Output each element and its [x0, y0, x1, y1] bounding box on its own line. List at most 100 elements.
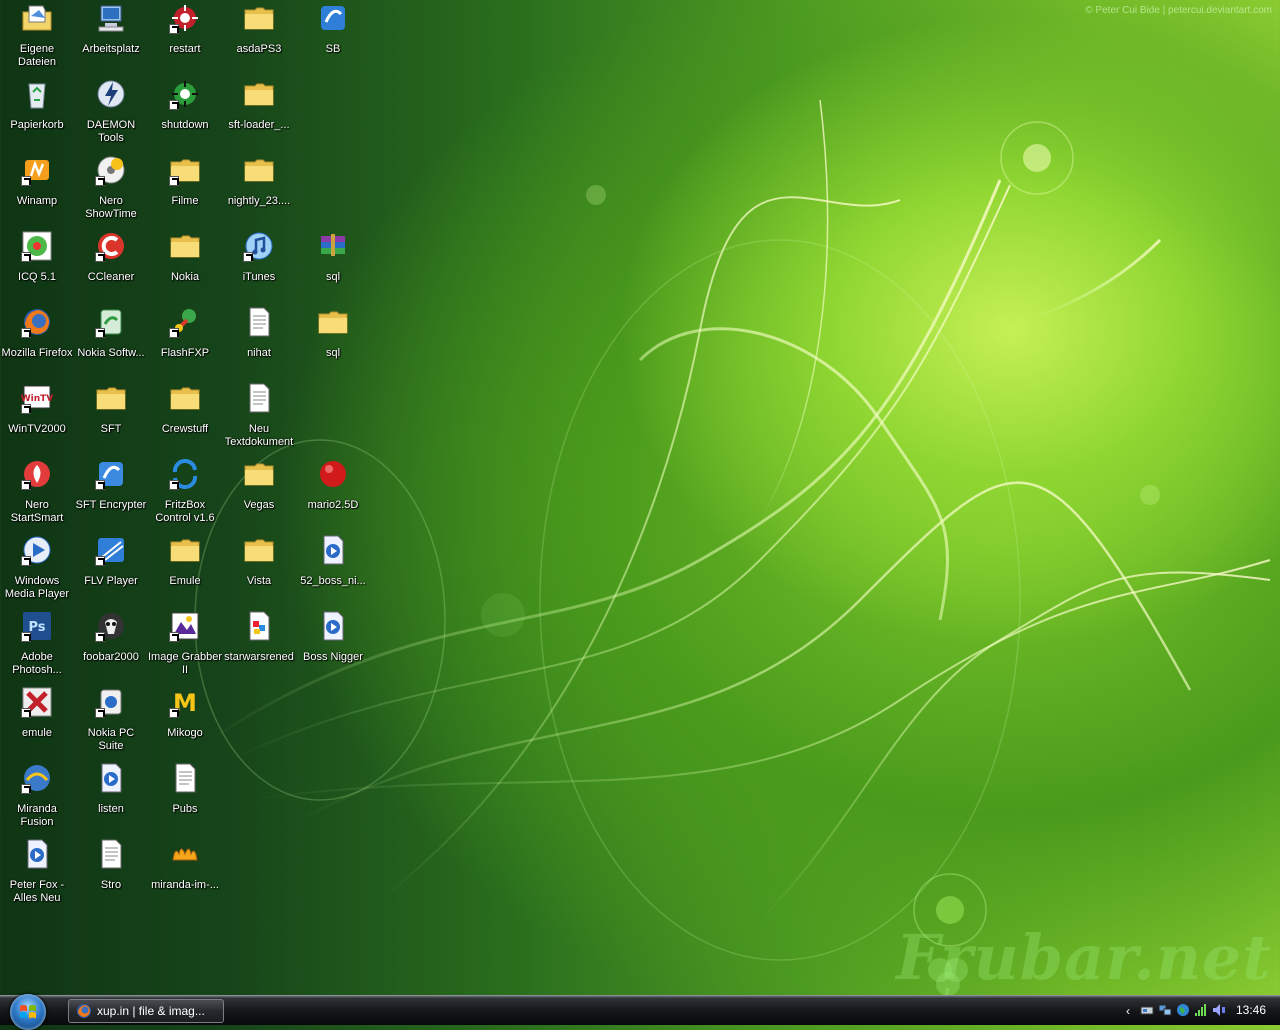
winamp-icon: [21, 154, 53, 186]
desktop-icon-label: Eigene Dateien: [18, 43, 56, 68]
desktop-icon-label: listen: [98, 803, 124, 815]
folder-icon: [169, 534, 201, 566]
desktop-icon-label: Nokia PC Suite: [87, 727, 135, 752]
start-button[interactable]: [10, 994, 46, 1030]
desktop-icon-wintv2000[interactable]: WinTV WinTV2000: [0, 380, 74, 454]
desktop-icon-sft-encrypter[interactable]: SFT Encrypter: [74, 456, 148, 530]
desktop-icon-vegas[interactable]: Vegas: [222, 456, 296, 530]
desktop-icon-label: FritzBox Control v1.6: [155, 499, 215, 524]
desktop-icon-label: CCleaner: [87, 271, 135, 283]
desktop-icon-flv-player[interactable]: FLV Player: [74, 532, 148, 606]
folder-icon: [243, 78, 275, 110]
desktop-icon-ccleaner[interactable]: CCleaner: [74, 228, 148, 302]
desktop-icon-emule[interactable]: Emule: [148, 532, 222, 606]
desktop-icon-crewstuff[interactable]: Crewstuff: [148, 380, 222, 454]
desktop-icon-label: Nero StartSmart: [10, 499, 64, 524]
shortcut-arrow-icon: [169, 24, 179, 34]
desktop-icon-windows-media-player[interactable]: Windows Media Player: [0, 532, 74, 606]
desktop-icon-nightly-23[interactable]: nightly_23....: [222, 152, 296, 226]
desktop-icon-flashfxp[interactable]: FlashFXP: [148, 304, 222, 378]
desktop-icon-listen[interactable]: listen: [74, 760, 148, 834]
desktop-icon-itunes[interactable]: iTunes: [222, 228, 296, 302]
desktop-icon-icq-5-1[interactable]: ICQ 5.1: [0, 228, 74, 302]
svg-text:Ps: Ps: [28, 620, 45, 635]
desktop-icon-boss-nigger[interactable]: Boss Nigger: [296, 608, 370, 682]
daemon-tools-icon: [95, 78, 127, 110]
volume-icon[interactable]: [1212, 1003, 1226, 1017]
wireless-signal-icon[interactable]: [1194, 1003, 1208, 1017]
desktop-icon-sb[interactable]: SB: [296, 0, 370, 74]
desktop-icon-fritzbox-control-v1-6[interactable]: FritzBox Control v1.6: [148, 456, 222, 530]
shortcut-arrow-icon: [95, 176, 105, 186]
my-documents-icon: [21, 2, 53, 34]
desktop-icon-nero-showtime[interactable]: Nero ShowTime: [74, 152, 148, 226]
desktop-icon-label: Peter Fox - Alles Neu: [9, 879, 65, 904]
desktop-icon-label: Crewstuff: [161, 423, 209, 435]
desktop-icon-nihat[interactable]: nihat: [222, 304, 296, 378]
media-file-icon: [21, 838, 53, 870]
desktop-icon-miranda-im[interactable]: miranda-im-...: [148, 836, 222, 910]
desktop-icon-sql[interactable]: sql: [296, 228, 370, 302]
desktop-icon-papierkorb[interactable]: Papierkorb: [0, 76, 74, 150]
text-document-icon: [243, 306, 275, 338]
desktop-icon-sql[interactable]: sql: [296, 304, 370, 378]
taskbar-button-firefox[interactable]: xup.in | file & imag...: [68, 999, 224, 1023]
desktop-icon-starwarsrened[interactable]: starwarsrened: [222, 608, 296, 682]
desktop-icon-adobe-photosh[interactable]: Ps Adobe Photosh...: [0, 608, 74, 682]
desktop-icon-label: Mikogo: [167, 727, 203, 739]
desktop-icon-sft-loader[interactable]: sft-loader_...: [222, 76, 296, 150]
desktop-icon-mario2-5d[interactable]: mario2.5D: [296, 456, 370, 530]
desktop-icon-pubs[interactable]: Pubs: [148, 760, 222, 834]
network-icon[interactable]: [1158, 1003, 1172, 1017]
desktop-icon-stro[interactable]: Stro: [74, 836, 148, 910]
desktop-icon-label: emule: [22, 727, 52, 739]
desktop-icon-arbeitsplatz[interactable]: Arbeitsplatz: [74, 0, 148, 74]
desktop-icon-peter-fox-alles-neu[interactable]: Peter Fox - Alles Neu: [0, 836, 74, 910]
desktop-icon-nokia-pc-suite[interactable]: Nokia PC Suite: [74, 684, 148, 758]
desktop-icon-label: Stro: [100, 879, 122, 891]
safely-remove-hardware-icon[interactable]: [1140, 1003, 1154, 1017]
desktop-icon-mikogo[interactable]: M Mikogo: [148, 684, 222, 758]
shortcut-arrow-icon: [21, 480, 31, 490]
desktop-icon-restart[interactable]: restart: [148, 0, 222, 74]
desktop-icon-winamp[interactable]: Winamp: [0, 152, 74, 226]
clock[interactable]: 13:46: [1236, 1003, 1266, 1017]
firefox-icon: [77, 1004, 91, 1018]
shortcut-arrow-icon: [21, 252, 31, 262]
desktop-icon-daemon-tools[interactable]: DAEMON Tools: [74, 76, 148, 150]
shortcut-arrow-icon: [95, 556, 105, 566]
desktop-icon-sft[interactable]: SFT: [74, 380, 148, 454]
mikogo-icon: M: [169, 686, 201, 718]
desktop-icon-label: Windows Media Player: [4, 575, 70, 600]
desktop-icon-emule[interactable]: emule: [0, 684, 74, 758]
desktop-icon-label: Mozilla Firefox: [1, 347, 73, 359]
shortcut-arrow-icon: [95, 708, 105, 718]
desktop-icon-nokia[interactable]: Nokia: [148, 228, 222, 302]
desktop-icon-nokia-softw[interactable]: Nokia Softw...: [74, 304, 148, 378]
desktop-icon-foobar2000[interactable]: foobar2000: [74, 608, 148, 682]
desktop-icon-vista[interactable]: Vista: [222, 532, 296, 606]
desktop-icon-52-boss-ni[interactable]: 52_boss_ni...: [296, 532, 370, 606]
desktop-icon-neu-textdokument[interactable]: Neu Textdokument: [222, 380, 296, 454]
desktop-icon-asdaps3[interactable]: asdaPS3: [222, 0, 296, 74]
desktop-icon-nero-startsmart[interactable]: Nero StartSmart: [0, 456, 74, 530]
desktop-icon-label: Pubs: [172, 803, 198, 815]
desktop-icon-shutdown[interactable]: shutdown: [148, 76, 222, 150]
desktop-icon-miranda-fusion[interactable]: Miranda Fusion: [0, 760, 74, 834]
shutdown-icon: [169, 78, 201, 110]
folder-icon: [169, 230, 201, 262]
folder-icon: [95, 382, 127, 414]
folder-icon: [243, 458, 275, 490]
tray-expand-chevron-icon[interactable]: ‹: [1126, 1004, 1130, 1018]
desktop-icon-eigene-dateien[interactable]: Eigene Dateien: [0, 0, 74, 74]
folder-icon: [169, 154, 201, 186]
desktop-icon-mozilla-firefox[interactable]: Mozilla Firefox: [0, 304, 74, 378]
winrar-archive-icon: [317, 230, 349, 262]
desktop-icon-filme[interactable]: Filme: [148, 152, 222, 226]
shortcut-arrow-icon: [21, 404, 31, 414]
folder-icon: [169, 382, 201, 414]
shortcut-arrow-icon: [169, 176, 179, 186]
desktop-icon-image-grabber-ii[interactable]: Image Grabber II: [148, 608, 222, 682]
globe-icon[interactable]: [1176, 1003, 1190, 1017]
flv-player-icon: [95, 534, 127, 566]
